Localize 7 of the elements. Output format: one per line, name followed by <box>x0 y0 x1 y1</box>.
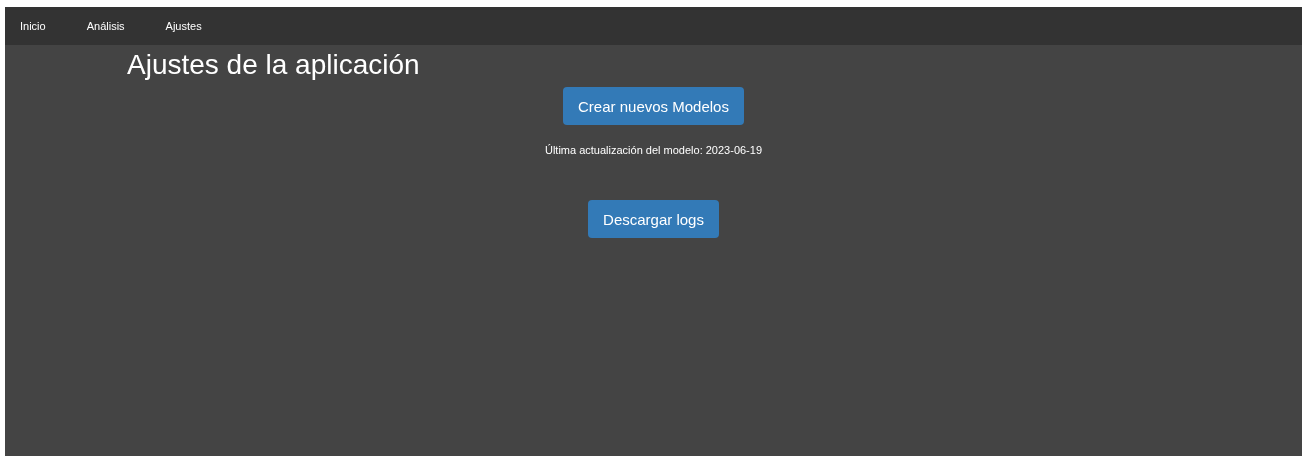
download-logs-button[interactable]: Descargar logs <box>588 200 719 238</box>
nav-link[interactable]: Inicio <box>20 20 46 32</box>
last-update-text: Última actualización del modelo: 2023-06-19 <box>544 144 763 156</box>
nav-link[interactable]: Ajustes <box>165 20 202 32</box>
nav-link[interactable]: Análisis <box>86 20 125 32</box>
create-models-button[interactable]: Crear nuevos Modelos <box>563 87 744 125</box>
page-title: Ajustes de la aplicación <box>127 48 421 82</box>
